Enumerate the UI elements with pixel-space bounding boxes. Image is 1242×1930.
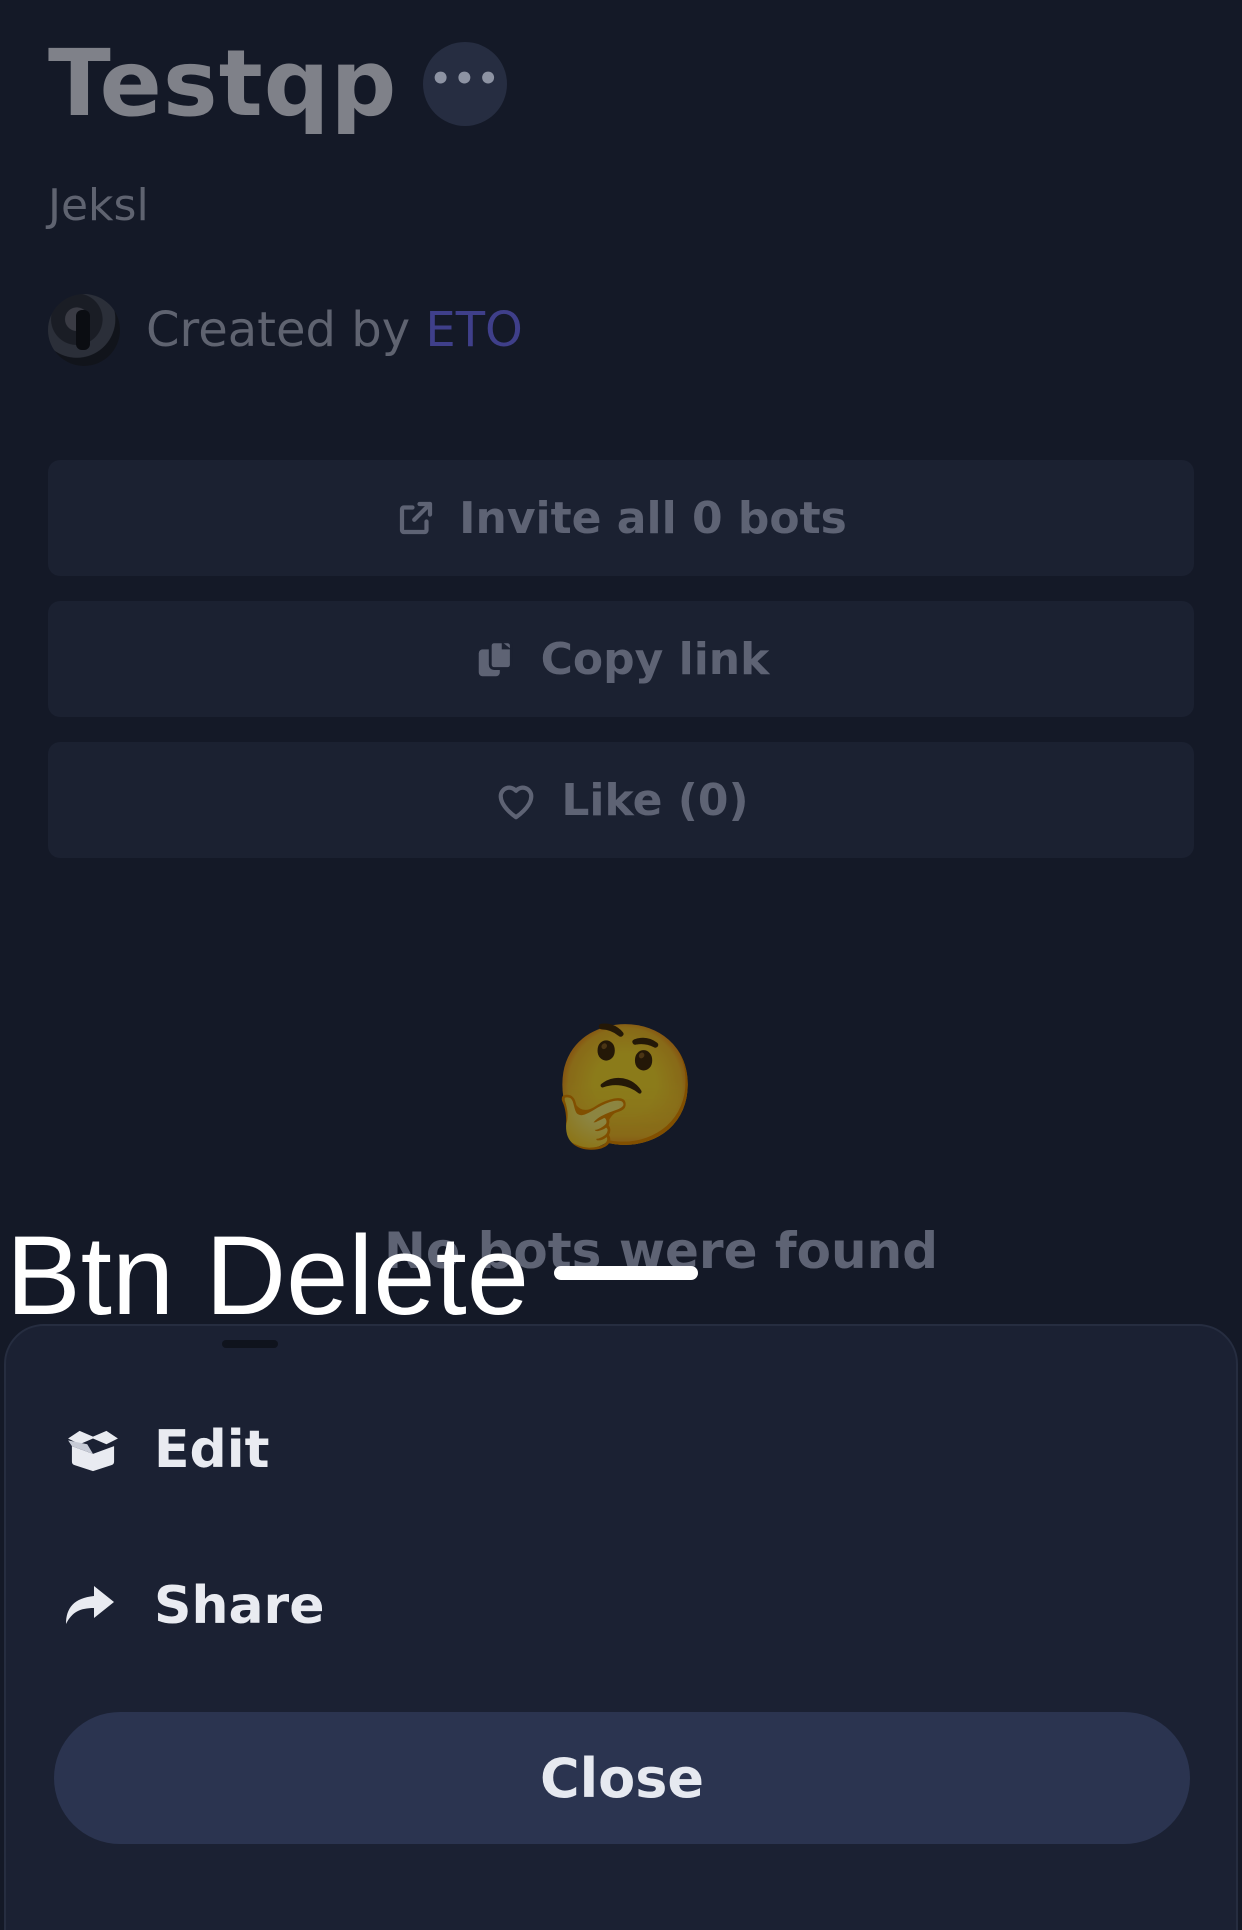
thinking-emoji-icon: 🤔 (552, 1016, 699, 1154)
created-by-prefix: Created by (146, 302, 426, 358)
divider (222, 1340, 278, 1348)
more-options-button[interactable]: ••• (423, 41, 508, 126)
like-label: Like (0) (561, 774, 749, 826)
created-by-text: Created by ETO (146, 302, 523, 358)
invite-all-bots-button[interactable]: Invite all 0 bots (48, 460, 1194, 576)
page-title: Testqp (48, 30, 398, 137)
title-row: Testqp ••• (48, 30, 508, 137)
creator-row: Created by ETO (48, 294, 523, 366)
copy-label: Copy link (540, 633, 770, 685)
box-open-icon (64, 1427, 124, 1473)
share-menu-item[interactable]: Share (64, 1576, 324, 1636)
close-button[interactable]: Close (54, 1712, 1190, 1844)
edit-menu-item[interactable]: Edit (64, 1420, 269, 1480)
edit-label: Edit (154, 1420, 270, 1480)
overlay-label: Btn Delete (6, 1213, 529, 1338)
copy-icon (473, 636, 519, 682)
like-button[interactable]: Like (0) (48, 742, 1194, 858)
page-subtitle: Jeksl (48, 180, 149, 231)
share-label: Share (154, 1576, 325, 1636)
external-link-icon (395, 497, 437, 539)
heart-icon (493, 779, 539, 821)
screen: Testqp ••• Jeksl Created by ETO Invite a… (0, 0, 1242, 1930)
avatar[interactable] (48, 294, 120, 366)
bottom-sheet: Edit Share Close (4, 1324, 1238, 1930)
sheet-drag-handle[interactable] (554, 1266, 698, 1280)
creator-link[interactable]: ETO (425, 302, 522, 358)
invite-label: Invite all 0 bots (459, 492, 847, 544)
copy-link-button[interactable]: Copy link (48, 601, 1194, 717)
share-arrow-icon (64, 1584, 124, 1628)
